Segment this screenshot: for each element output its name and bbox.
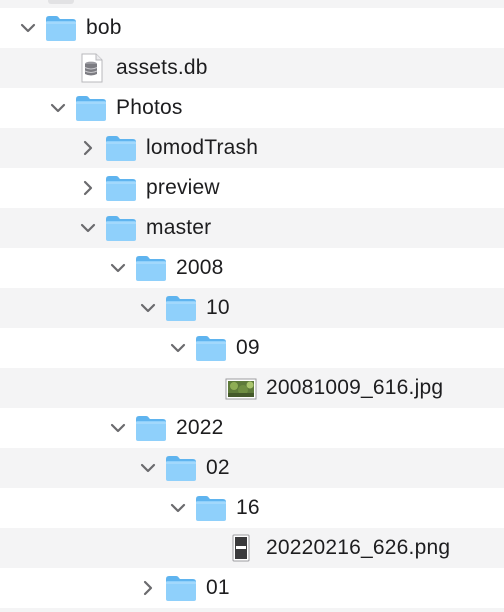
tree-item-label: 20081009_616.jpg: [266, 376, 444, 399]
previous-row-fragment: [0, 0, 504, 8]
tree-item-label: lomodTrash: [146, 136, 259, 159]
tree-item-label: Photos: [116, 96, 183, 119]
tree-row-lomodtrash[interactable]: lomodTrash: [0, 128, 504, 168]
tree-item-label: 02: [206, 456, 230, 479]
chevron-down-icon[interactable]: [108, 258, 128, 278]
tree-item-label: master: [146, 216, 212, 239]
chevron-down-icon[interactable]: [18, 18, 38, 38]
tree-row-bob[interactable]: bob: [0, 8, 504, 48]
file-tree: bob assets.db Photos lomodTrash preview …: [0, 0, 504, 612]
tree-row-preview[interactable]: preview: [0, 168, 504, 208]
tree-item-label: preview: [146, 176, 220, 199]
image-file-icon: [224, 372, 258, 404]
chevron-right-icon[interactable]: [138, 578, 158, 598]
chevron-right-icon[interactable]: [78, 178, 98, 198]
tree-item-label: 10: [206, 296, 230, 319]
chevron-down-icon[interactable]: [78, 218, 98, 238]
tree-item-label: 09: [236, 336, 260, 359]
tree-item-label: 2008: [176, 256, 224, 279]
chevron-down-icon[interactable]: [138, 298, 158, 318]
folder-icon: [104, 172, 138, 204]
folder-icon: [164, 452, 198, 484]
png-file-icon: [224, 532, 258, 564]
tree-row-2022[interactable]: 2022: [0, 408, 504, 448]
folder-icon: [164, 292, 198, 324]
next-row-fragment: [0, 608, 504, 612]
tree-row-2008[interactable]: 2008: [0, 248, 504, 288]
tree-row-02[interactable]: 02: [0, 448, 504, 488]
tree-row-09[interactable]: 09: [0, 328, 504, 368]
folder-icon: [44, 12, 78, 44]
tree-item-label: 2022: [176, 416, 224, 439]
folder-icon: [194, 492, 228, 524]
folder-icon: [134, 412, 168, 444]
chevron-right-icon[interactable]: [78, 138, 98, 158]
tree-row-20081009-616-jpg[interactable]: 20081009_616.jpg: [0, 368, 504, 408]
tree-row-16[interactable]: 16: [0, 488, 504, 528]
tree-row-20220216-626-png[interactable]: 20220216_626.png: [0, 528, 504, 568]
chevron-down-icon[interactable]: [48, 98, 68, 118]
chevron-down-icon[interactable]: [168, 498, 188, 518]
chevron-down-icon[interactable]: [108, 418, 128, 438]
folder-icon: [74, 92, 108, 124]
file-icon: [48, 0, 74, 4]
tree-item-label: 01: [206, 576, 230, 599]
tree-row-01[interactable]: 01: [0, 568, 504, 608]
folder-icon: [134, 252, 168, 284]
database-file-icon: [74, 52, 108, 84]
folder-icon: [104, 212, 138, 244]
tree-row-assets-db[interactable]: assets.db: [0, 48, 504, 88]
tree-row-master[interactable]: master: [0, 208, 504, 248]
tree-item-label: 16: [236, 496, 260, 519]
chevron-down-icon[interactable]: [138, 458, 158, 478]
tree-row-10[interactable]: 10: [0, 288, 504, 328]
folder-icon: [194, 332, 228, 364]
tree-row-photos[interactable]: Photos: [0, 88, 504, 128]
folder-icon: [164, 572, 198, 604]
folder-icon: [104, 132, 138, 164]
chevron-down-icon[interactable]: [168, 338, 188, 358]
tree-item-label: 20220216_626.png: [266, 536, 451, 559]
tree-item-label: assets.db: [116, 56, 208, 79]
tree-item-label: bob: [86, 16, 122, 39]
